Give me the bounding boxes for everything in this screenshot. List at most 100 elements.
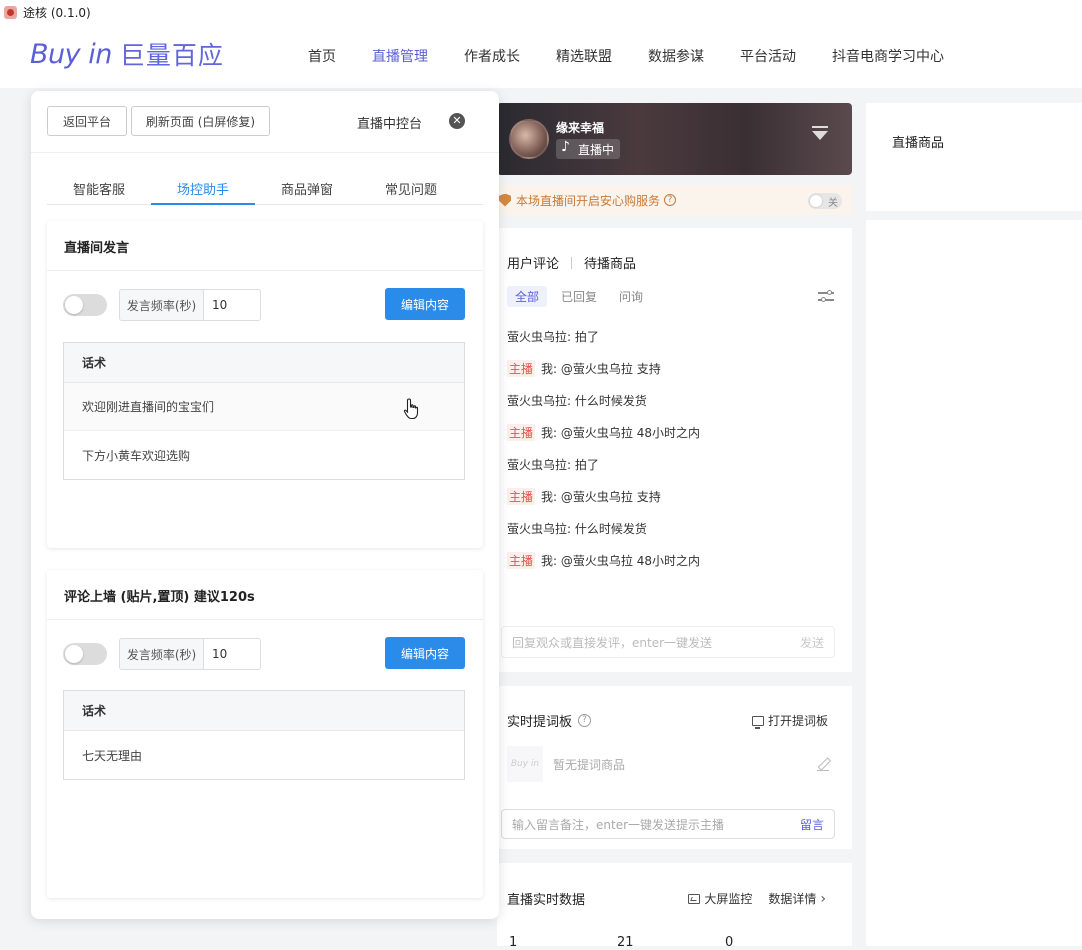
comment-item[interactable]: 主播 我: @萤火虫乌拉 48小时之内 <box>507 416 837 448</box>
edit-content-button[interactable]: 编辑内容 <box>385 288 465 320</box>
control-panel: 返回平台 刷新页面 (白屏修复) 直播中控台 ✕ 智能客服 场控助手 商品弹窗 … <box>31 91 499 919</box>
refresh-page-button[interactable]: 刷新页面 (白屏修复) <box>131 106 270 136</box>
tab-smart-service[interactable]: 智能客服 <box>47 167 151 204</box>
tab-user-comments[interactable]: 用户评论 <box>507 253 559 272</box>
live-status-badge: 直播中 <box>556 139 621 159</box>
tab-divider <box>571 256 573 269</box>
filter-inquiry[interactable]: 问询 <box>611 286 651 307</box>
top-navigation: Buy in 巨量百应 首页 直播管理 作者成长 精选联盟 数据参谋 平台活动 … <box>0 24 1082 88</box>
note-input[interactable]: 输入留言备注，enter一键发送提示主播 留言 <box>501 809 835 839</box>
filter-replied[interactable]: 已回复 <box>553 286 605 307</box>
tab-goods-popup[interactable]: 商品弹窗 <box>255 167 359 204</box>
hand-cursor-icon <box>403 398 419 420</box>
goods-list-area <box>866 220 1082 946</box>
frequency-field: 发言频率(秒) 10 <box>119 638 261 670</box>
open-prompt-board-button[interactable]: 打开提词板 <box>751 712 828 729</box>
comment-text: 我: @萤火虫乌拉 支持 <box>541 361 661 376</box>
section-live-speech: 直播间发言 发言频率(秒) 10 编辑内容 话术 欢迎刚进直播间的宝宝们 下方小… <box>47 221 483 548</box>
nav-item-activities[interactable]: 平台活动 <box>722 46 814 66</box>
tab-field-assistant[interactable]: 场控助手 <box>151 167 255 205</box>
comment-text: 萤火虫乌拉: 拍了 <box>507 329 599 344</box>
data-detail-link[interactable]: 数据详情 › <box>768 890 826 907</box>
safe-shopping-toggle[interactable]: 关 <box>808 193 842 209</box>
table-header: 话术 <box>64 343 464 383</box>
comment-list: 萤火虫乌拉: 拍了 主播 我: @萤火虫乌拉 支持 萤火虫乌拉: 什么时候发货 主播 我:… <box>507 320 837 576</box>
filter-settings-icon[interactable] <box>818 290 834 302</box>
speech-toggle[interactable] <box>63 294 107 316</box>
panel-title: 直播中控台 <box>357 117 423 132</box>
window-titlebar: 途核 (0.1.0) <box>0 0 1082 24</box>
empty-prompt-text: 暂无提词商品 <box>553 757 626 772</box>
comment-text: 我: @萤火虫乌拉 48小时之内 <box>541 553 700 568</box>
help-icon[interactable]: ? <box>664 194 677 206</box>
table-row[interactable]: 下方小黄车欢迎选购 <box>64 431 464 479</box>
comment-item[interactable]: 萤火虫乌拉: 什么时候发货 <box>507 512 837 544</box>
comment-item[interactable]: 主播 我: @萤火虫乌拉 支持 <box>507 352 837 384</box>
live-data-title: 直播实时数据 <box>507 893 586 908</box>
comment-text: 萤火虫乌拉: 什么时候发货 <box>507 521 647 536</box>
tab-pending-goods[interactable]: 待播商品 <box>584 253 636 272</box>
leave-note-button[interactable]: 留言 <box>800 816 824 833</box>
back-to-platform-button[interactable]: 返回平台 <box>47 106 127 136</box>
table-row[interactable]: 七天无理由 <box>64 731 464 779</box>
big-screen-button[interactable]: 大屏监控 <box>688 890 752 907</box>
comment-text: 我: @萤火虫乌拉 支持 <box>541 489 661 504</box>
comment-item[interactable]: 主播 我: @萤火虫乌拉 支持 <box>507 480 837 512</box>
panel-header: 返回平台 刷新页面 (白屏修复) 直播中控台 ✕ <box>31 91 499 153</box>
logo-cn: 巨量百应 <box>119 41 224 70</box>
comment-filters: 全部 已回复 问询 <box>507 286 657 307</box>
host-tag: 主播 <box>507 423 536 441</box>
nav-item-live-management[interactable]: 直播管理 <box>354 46 446 66</box>
comment-wall-toggle[interactable] <box>63 643 107 665</box>
data-number: 1 <box>509 935 518 950</box>
window-title: 途核 (0.1.0) <box>23 5 91 20</box>
collapse-icon[interactable] <box>812 126 828 140</box>
close-icon[interactable]: ✕ <box>449 113 465 129</box>
host-tag: 主播 <box>507 359 536 377</box>
data-number: 0 <box>725 935 734 950</box>
reply-input[interactable]: 回复观众或直接发评，enter一键发送 发送 <box>501 626 835 658</box>
nav-item-author-growth[interactable]: 作者成长 <box>446 46 538 66</box>
section-comment-wall: 评论上墙 (贴片,置顶) 建议120s 发言频率(秒) 10 编辑内容 话术 七… <box>47 570 483 898</box>
frequency-input[interactable]: 10 <box>204 639 260 669</box>
frequency-label: 发言频率(秒) <box>120 639 204 669</box>
shield-icon <box>499 193 511 207</box>
comment-item[interactable]: 主播 我: @萤火虫乌拉 48小时之内 <box>507 544 837 576</box>
chevron-right-icon: › <box>820 890 826 907</box>
live-goods-title: 直播商品 <box>892 136 945 151</box>
mini-logo: Buy in <box>507 746 543 782</box>
comment-item[interactable]: 萤火虫乌拉: 拍了 <box>507 448 837 480</box>
reply-placeholder: 回复观众或直接发评，enter一键发送 <box>512 635 713 650</box>
comment-item[interactable]: 萤火虫乌拉: 什么时候发货 <box>507 384 837 416</box>
frequency-input[interactable]: 10 <box>204 290 260 320</box>
frequency-field: 发言频率(秒) 10 <box>119 289 261 321</box>
comment-text: 萤火虫乌拉: 什么时候发货 <box>507 393 647 408</box>
nav-item-alliance[interactable]: 精选联盟 <box>538 46 630 66</box>
edit-content-button[interactable]: 编辑内容 <box>385 637 465 669</box>
send-button[interactable]: 发送 <box>800 634 824 651</box>
edit-icon[interactable] <box>817 758 829 771</box>
filter-all[interactable]: 全部 <box>507 286 548 307</box>
app-icon <box>4 5 17 19</box>
section-title: 直播间发言 <box>47 221 483 271</box>
live-data-card: 直播实时数据 大屏监控 数据详情 › 1 21 0 <box>497 863 852 950</box>
live-data-actions: 大屏监控 数据详情 › <box>672 890 826 907</box>
avatar <box>509 119 549 159</box>
nav-item-home[interactable]: 首页 <box>290 46 354 66</box>
nav-item-learning-center[interactable]: 抖音电商学习中心 <box>814 46 962 66</box>
tiktok-icon <box>560 139 574 156</box>
prompt-board-title: 实时提词板 ? <box>507 711 592 730</box>
tab-faq[interactable]: 常见问题 <box>359 167 463 204</box>
nav-item-data[interactable]: 数据参谋 <box>630 46 722 66</box>
comment-item[interactable]: 萤火虫乌拉: 拍了 <box>507 320 837 352</box>
script-table: 话术 七天无理由 <box>63 690 465 780</box>
frequency-label: 发言频率(秒) <box>120 290 204 320</box>
comment-text: 萤火虫乌拉: 拍了 <box>507 457 599 472</box>
live-data-numbers: 1 21 0 <box>509 935 833 950</box>
logo[interactable]: Buy in 巨量百应 <box>30 36 224 72</box>
table-header: 话术 <box>64 691 464 731</box>
live-goods-card: 直播商品 <box>866 103 1082 211</box>
comment-tabs: 用户评论 待播商品 <box>507 253 636 272</box>
prompt-board-card: 实时提词板 ? 打开提词板 Buy in 暂无提词商品 输入留言备注，enter… <box>497 686 852 849</box>
help-icon[interactable]: ? <box>578 714 592 727</box>
